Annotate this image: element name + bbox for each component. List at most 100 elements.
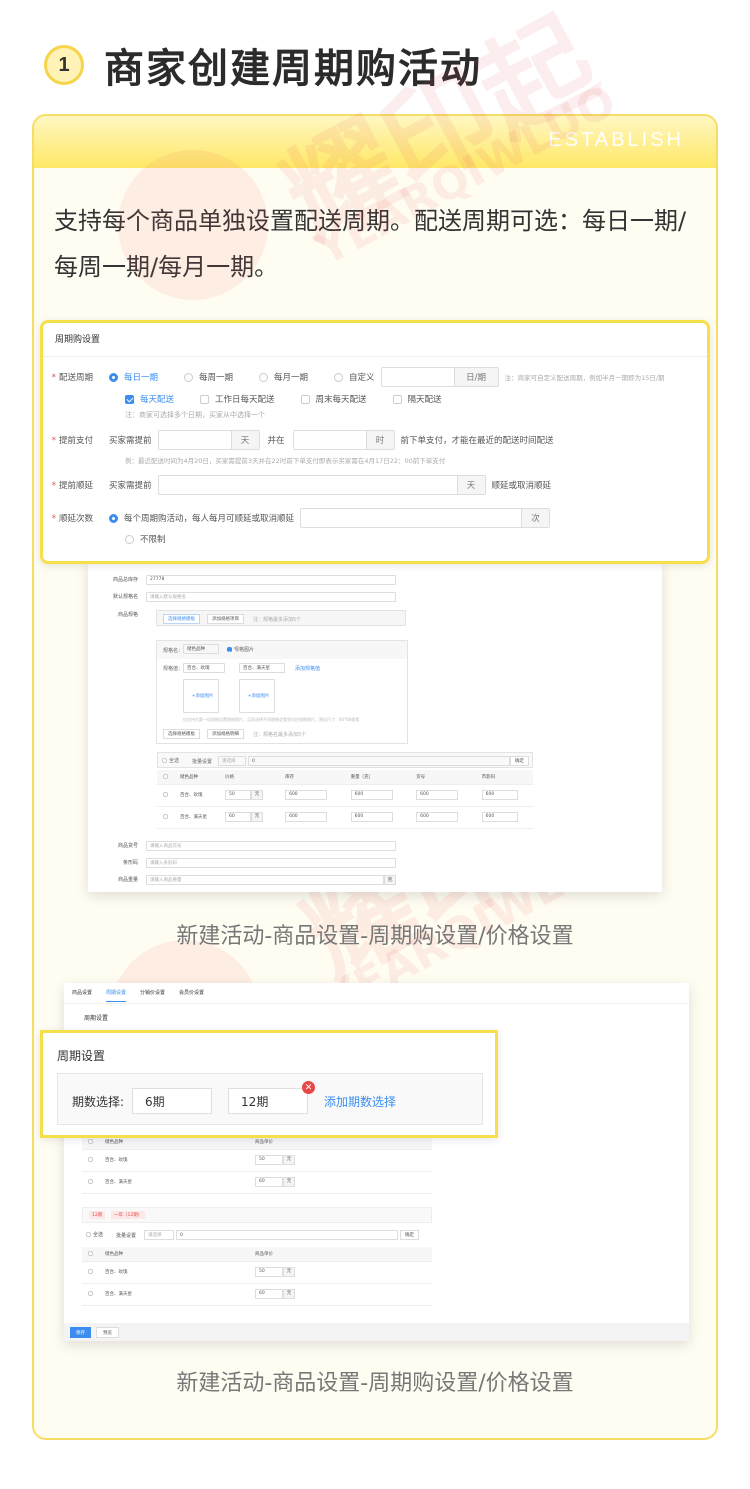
sku-table: 储色品种 价格 库存 重量（克） 货号 市影码 百合、玫瑰 50 元 600 60… [157,770,533,829]
delivery-option-everyday[interactable]: 每天配送 [125,393,174,405]
goods-no-input[interactable]: 请输入商品货号 [146,840,396,851]
spec-name-input[interactable]: 请输入默认规格名 [146,591,396,602]
period-input-2[interactable]: 12期 ✕ [228,1081,316,1114]
postpone-days-input[interactable]: 天 [157,475,486,495]
postpone-times-input[interactable]: 次 [300,508,551,528]
select-spec-group-button[interactable]: 选择规格模板 [163,729,200,739]
radio-icon [109,372,118,382]
advance-hour-input[interactable]: 时 [292,430,395,450]
card-band: ESTABLISH [34,116,716,168]
add-image-2[interactable]: +添加图片 [239,679,275,713]
add-image-1[interactable]: +添加图片 [183,679,219,713]
advance-pay-row: * 提前支付 买家需提前 天 并在 时 前下单支付，才能在最近的配送时间配送 [43,430,554,450]
radio-icon [125,534,134,544]
add-spec-detail-button[interactable]: 添加规格明细 [207,729,244,739]
period-price-table-1: 储色品种 商品单价 百合、玫瑰 50 元 百合、满天星 60 元 [82,1135,432,1194]
cycle-option-daily[interactable]: 每日一期 [109,371,158,383]
weight-row: 商品重量 请输入商品重量 克 [88,874,396,885]
preview-button[interactable]: 预览 [96,1327,119,1338]
delivery-option-workday[interactable]: 工作日每天配送 [200,393,275,405]
add-spec-value-link[interactable]: 添加规格值 [295,665,320,672]
custom-cycle-input[interactable]: 日/期 [380,367,499,387]
batch-value-input[interactable]: 0 [176,1230,398,1240]
image-hint: 仅支持为第一组规格设置规格图片，买家选择不同规格会看到对应规格图片，建议尺寸：8… [183,717,360,722]
barcode-row: 条形码 请输入条形码 [88,857,396,868]
remove-period-icon[interactable]: ✕ [302,1081,316,1094]
radio-icon [259,372,269,382]
panel-title: 周期购设置 [43,323,707,357]
delivery-cycle-row: * 配送周期 每日一期 每周一期 每月一期 自定义 日/期 注：商家可自定义配送周… [43,367,665,387]
postpone-option-limited[interactable]: 每个周期购活动，每人每月可顺延或取消顺延 [109,512,294,524]
cycle-option-weekly[interactable]: 每周一期 [184,371,233,383]
weight-input[interactable]: 请输入商品重量 [146,874,384,885]
period-section-title: 周期设置 [84,1015,109,1022]
radio-icon [334,372,344,382]
barcode-input[interactable]: 请输入条形码 [146,857,396,868]
batch-confirm-button[interactable]: 确定 [400,1230,419,1240]
checkbox-icon [200,394,210,404]
custom-cycle-hint: 注：商家可自定义配送周期，例如半月一期即为15日/期 [504,374,665,382]
advance-days-input[interactable]: 天 [157,430,260,450]
section-header: 1 商家创建周期购活动 [44,36,482,94]
table-row: 百合、玫瑰 50 元 600 600 600 600 [157,784,533,807]
caption-1: 新建活动-商品设置-周期购设置/价格设置 [176,924,574,949]
spec-image-checkbox[interactable] [227,647,232,652]
footer-bar [64,1323,689,1341]
period-select-box: 期数选择: 6期 12期 ✕ 添加期数选择 [57,1073,483,1125]
product-form-screenshot: 商品总库存 27778 默认规格名 请输入默认规格名 商品规格 选择规格模板 添… [88,560,662,892]
save-button[interactable]: 保存 [70,1327,91,1338]
batch-confirm-button[interactable]: 确定 [510,756,529,766]
spec-name-row: 默认规格名 请输入默认规格名 [88,591,396,602]
batch-select[interactable]: 请选择 [144,1230,174,1240]
caption-2: 新建活动-商品设置-周期购设置/价格设置 [176,1371,574,1396]
period-input-1[interactable]: 6期 [132,1088,213,1114]
postpone-unlimited-row: 不限制 [125,533,192,545]
spec-group-hint: 注：规格最多添加5个 [253,617,302,623]
tab-member-price[interactable]: 会员价设置 [179,989,204,1002]
checkbox-icon [300,394,310,404]
postpone-option-unlimited[interactable]: 不限制 [125,533,166,545]
spec-value-2[interactable]: 百合、满天星 [239,663,285,673]
checkbox-icon [125,394,134,404]
advance-postpone-row: * 提前顺延 买家需提前 天 顺延或取消顺延 [43,475,551,495]
tab-product-settings[interactable]: 商品设置 [72,989,92,1002]
tab-distribution-price[interactable]: 分销价设置 [140,989,165,1002]
radio-icon [184,372,194,382]
period-settings-panel: 周期设置 期数选择: 6期 12期 ✕ 添加期数选择 [40,1030,498,1138]
batch-value-input[interactable]: 0 [248,756,510,766]
section-title: 商家创建周期购活动 [104,46,482,92]
cycle-option-monthly[interactable]: 每月一期 [259,371,308,383]
period-tag[interactable]: 12期 [89,1211,106,1219]
stock-row: 商品总库存 27778 [88,574,396,585]
card-band-label: ESTABLISH [548,129,684,151]
batch-select[interactable]: 请选择 [218,756,246,766]
panel-title: 周期设置 [57,1049,106,1063]
cycle-purchase-settings-panel: 周期购设置 * 配送周期 每日一期 每周一期 每月一期 自定义 日/期 注：商家可… [40,320,710,564]
period-tag-bar: 12期 一年（12期） [82,1207,432,1223]
spec-name-field[interactable]: 储色品种 [183,644,219,654]
table-row: 百合、满天星 60 元 600 600 600 600 [157,806,533,829]
period-price-table-2: 储色品种 商品单价 百合、玫瑰 50 元 百合、满天星 60 元 [82,1247,432,1306]
spec-value-1[interactable]: 百合、玫瑰 [183,663,225,673]
select-all-checkbox[interactable] [162,758,167,763]
sku-table-header: 储色品种 价格 库存 重量（克） 货号 市影码 [157,770,533,785]
spec-hint: 注：规格名最多添加5个 [253,732,307,738]
spec-group-box: 规格名： 储色品种 规格图片 规格值： 百合、玫瑰 百合、满天星 添加规格值 +… [156,640,408,744]
table-row: 百合、满天星 60 元 [82,1171,432,1194]
tab-period-settings[interactable]: 周期设置 [106,989,127,1002]
cycle-option-custom[interactable]: 自定义 [334,371,375,383]
stock-input[interactable]: 27778 [146,574,396,585]
delivery-option-alternate[interactable]: 隔天配送 [392,393,442,405]
spec-button-bar: 选择规格模板 添加规格项目 注：规格最多添加5个 [156,610,406,626]
delivery-days-hint: 注：商家可选择多个日期，买家从中选择一个 [125,411,265,419]
add-period-link[interactable]: 添加期数选择 [324,1093,396,1110]
table-row: 百合、满天星 60 元 [82,1283,432,1306]
period-tag[interactable]: 一年（12期） [111,1211,146,1219]
add-spec-group-button[interactable]: 添加规格项目 [207,614,244,624]
batch-bar: 全选 批量设置 请选择 0 确定 [157,752,533,768]
step-number-badge: 1 [44,45,84,85]
delivery-option-weekend[interactable]: 周末每天配送 [300,393,367,405]
checkbox-icon [392,394,402,404]
select-spec-template-button[interactable]: 选择规格模板 [163,614,200,624]
spec-row: 商品规格 [117,612,138,618]
